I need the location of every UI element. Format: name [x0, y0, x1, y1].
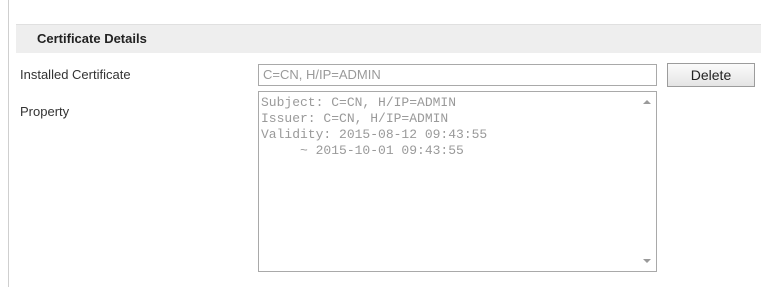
section-title: Certificate Details	[37, 31, 147, 46]
section-header: Certificate Details	[16, 24, 761, 53]
installed-certificate-label: Installed Certificate	[20, 67, 131, 82]
property-textarea[interactable]: Subject: C=CN, H/IP=ADMIN Issuer: C=CN, …	[258, 91, 657, 272]
property-line-validity-end: ~ 2015-10-01 09:43:55	[261, 143, 464, 158]
vertical-scrollbar[interactable]	[639, 92, 656, 271]
property-text: Subject: C=CN, H/IP=ADMIN Issuer: C=CN, …	[259, 92, 641, 159]
scroll-up-arrow-icon[interactable]	[643, 100, 651, 104]
installed-certificate-field[interactable]: C=CN, H/IP=ADMIN	[258, 64, 657, 86]
delete-button[interactable]: Delete	[667, 63, 755, 87]
property-line-validity: Validity: 2015-08-12 09:43:55	[261, 127, 488, 142]
scroll-down-arrow-icon[interactable]	[643, 259, 651, 263]
property-line-subject: Subject: C=CN, H/IP=ADMIN	[261, 95, 457, 110]
property-label: Property	[20, 104, 70, 119]
property-line-issuer: Issuer: C=CN, H/IP=ADMIN	[261, 111, 449, 126]
